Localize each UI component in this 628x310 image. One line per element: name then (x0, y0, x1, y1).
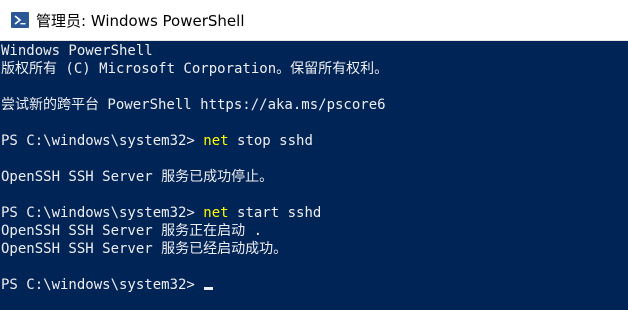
powershell-icon (11, 12, 29, 28)
prompt: PS C:\windows\system32> (1, 133, 204, 149)
text-cursor (204, 287, 214, 290)
output-line: OpenSSH SSH Server 服务已成功停止。 (1, 169, 274, 185)
command-line: PS C:\windows\system32> net start sshd (0, 204, 628, 222)
output-line: OpenSSH SSH Server 服务正在启动 . (1, 223, 263, 239)
command-name: net (203, 133, 229, 149)
command-args: stop sshd (228, 133, 313, 149)
active-prompt-line[interactable]: PS C:\windows\system32> (0, 276, 628, 294)
window-title: 管理员: Windows PowerShell (36, 11, 245, 30)
copyright-line: 版权所有 (C) Microsoft Corporation。保留所有权利。 (1, 61, 389, 77)
prompt: PS C:\windows\system32> (1, 277, 204, 293)
console-output[interactable]: Windows PowerShell 版权所有 (C) Microsoft Co… (0, 41, 628, 310)
prompt: PS C:\windows\system32> (1, 205, 204, 221)
powershell-window: 管理员: Windows PowerShell Windows PowerShe… (0, 0, 628, 310)
output-line: OpenSSH SSH Server 服务已经启动成功。 (1, 241, 288, 257)
command-args: start sshd (228, 205, 322, 221)
command-name: net (203, 205, 229, 221)
banner-line: Windows PowerShell (1, 43, 153, 59)
pscore-hint-line: 尝试新的跨平台 PowerShell https://aka.ms/pscore… (1, 97, 386, 113)
command-line: PS C:\windows\system32> net stop sshd (0, 132, 628, 150)
title-bar[interactable]: 管理员: Windows PowerShell (0, 0, 628, 41)
